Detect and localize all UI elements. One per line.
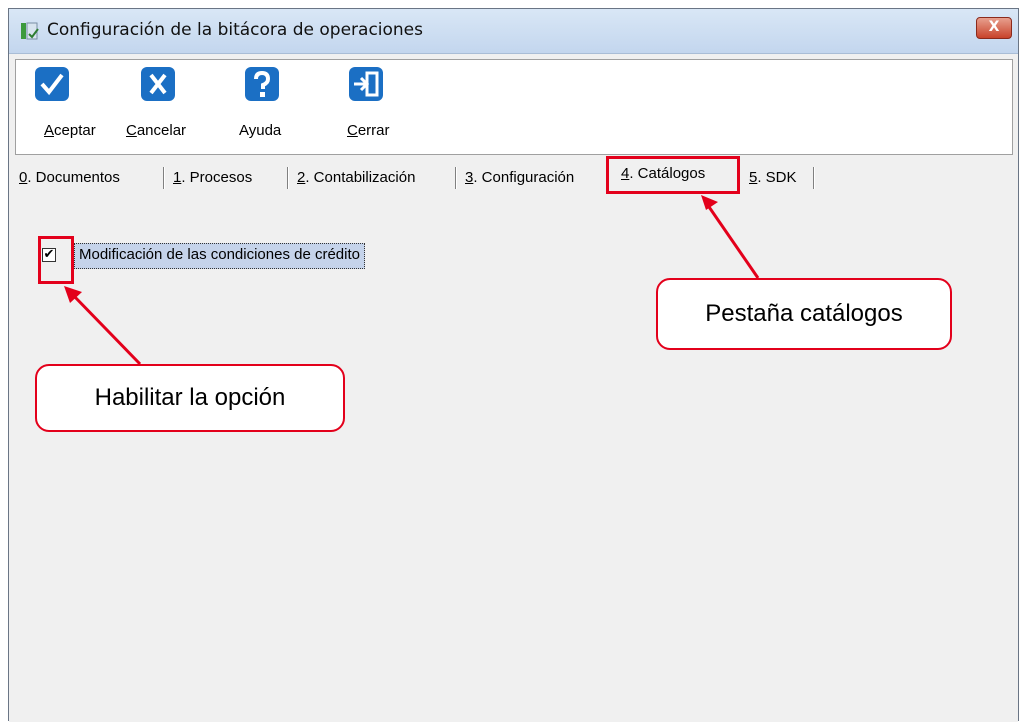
accept-label[interactable]: Aceptar (44, 122, 96, 139)
tab-documentos[interactable]: 0. Documentos (19, 169, 120, 186)
toolbar: Aceptar Cancelar Ayuda Cerrar (15, 59, 1013, 155)
tab-separator (813, 167, 814, 189)
question-icon (245, 67, 279, 101)
tab-separator (163, 167, 164, 189)
tab-procesos[interactable]: 1. Procesos (173, 169, 252, 186)
tab-configuracion[interactable]: 3. Configuración (465, 169, 574, 186)
tab-callout: Pestaña catálogos (656, 278, 952, 350)
close-button[interactable]: X (976, 17, 1012, 39)
tab-contabilizacion[interactable]: 2. Contabilización (297, 169, 415, 186)
app-logo-icon (21, 22, 39, 40)
check-icon (35, 67, 69, 101)
tab-sdk[interactable]: 5. SDK (749, 169, 797, 186)
tab-panel-catalogos (9, 197, 1018, 722)
option-callout: Habilitar la opción (35, 364, 345, 432)
tab-highlight-box (606, 156, 740, 194)
close-dialog-button[interactable] (348, 66, 384, 102)
window-title: Configuración de la bitácora de operacio… (47, 20, 424, 40)
credit-conditions-label[interactable]: Modificación de las condiciones de crédi… (74, 243, 365, 269)
help-button[interactable] (244, 66, 280, 102)
cancel-button[interactable] (140, 66, 176, 102)
cancel-label[interactable]: Cancelar (126, 122, 186, 139)
x-icon (141, 67, 175, 101)
close-dialog-label[interactable]: Cerrar (347, 122, 390, 139)
exit-door-icon (349, 67, 383, 101)
tab-bar: 0. Documentos 1. Procesos 2. Contabiliza… (15, 161, 1015, 195)
help-label[interactable]: Ayuda (239, 122, 281, 139)
checkbox-highlight-box (38, 236, 74, 284)
accept-button[interactable] (34, 66, 70, 102)
tab-separator (455, 167, 456, 189)
tab-separator (287, 167, 288, 189)
title-bar: Configuración de la bitácora de operacio… (9, 9, 1018, 54)
